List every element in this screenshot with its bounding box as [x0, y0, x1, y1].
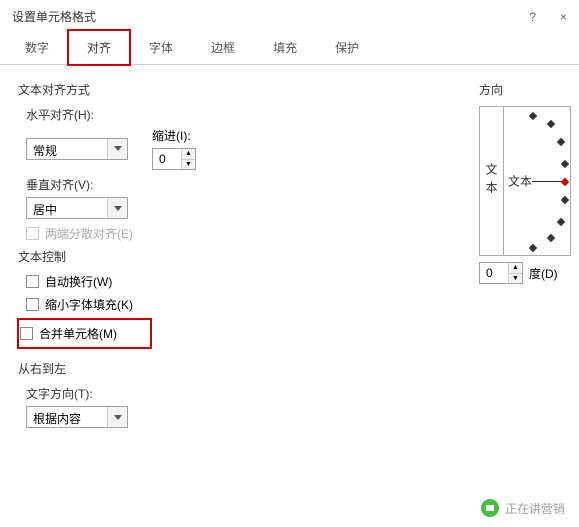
- text-control-section: 文本控制: [18, 248, 471, 265]
- orientation-dial[interactable]: 文本: [504, 107, 570, 255]
- chevron-down-icon: [107, 198, 127, 218]
- dialog-title: 设置单元格格式: [12, 8, 96, 25]
- orientation-section: 方向: [479, 81, 571, 98]
- spinner-up-icon[interactable]: ▲: [509, 263, 522, 274]
- indent-spinner[interactable]: 0 ▲▼: [152, 148, 196, 170]
- indent-label: 缩进(I):: [152, 127, 196, 144]
- indent-value: 0: [153, 149, 181, 169]
- degree-value: 0: [480, 263, 508, 283]
- rtl-section: 从右到左: [18, 360, 471, 377]
- h-align-label: 水平对齐(H):: [26, 106, 471, 123]
- tab-font[interactable]: 字体: [130, 30, 192, 65]
- tab-protect[interactable]: 保护: [316, 30, 378, 65]
- v-align-combo[interactable]: 居中: [26, 197, 128, 219]
- v-align-value: 居中: [27, 198, 107, 218]
- shrink-checkbox[interactable]: 缩小字体填充(K): [26, 296, 471, 313]
- spinner-up-icon[interactable]: ▲: [182, 149, 195, 160]
- dir-value: 根据内容: [27, 407, 107, 427]
- spinner-down-icon[interactable]: ▼: [182, 160, 195, 170]
- dir-combo[interactable]: 根据内容: [26, 406, 128, 428]
- chevron-down-icon: [107, 407, 127, 427]
- wrap-checkbox[interactable]: 自动换行(W): [26, 273, 471, 290]
- tab-border[interactable]: 边框: [192, 30, 254, 65]
- v-align-label: 垂直对齐(V):: [26, 176, 471, 193]
- watermark: 正在讲营销: [481, 499, 565, 517]
- tab-fill[interactable]: 填充: [254, 30, 316, 65]
- degree-unit: 度(D): [529, 265, 558, 282]
- chevron-down-icon: [107, 139, 127, 159]
- close-icon[interactable]: ×: [560, 10, 567, 24]
- dir-label: 文字方向(T):: [26, 385, 471, 402]
- tab-number[interactable]: 数字: [6, 30, 68, 65]
- justify-checkbox: 两端分散对齐(E): [26, 225, 471, 242]
- merge-checkbox[interactable]: 合并单元格(M): [20, 325, 117, 342]
- vertical-text-button[interactable]: 文本: [480, 107, 504, 255]
- h-align-value: 常规: [27, 139, 107, 159]
- title-bar: 设置单元格格式 ? ×: [0, 0, 579, 29]
- spinner-down-icon[interactable]: ▼: [509, 274, 522, 284]
- tab-alignment[interactable]: 对齐: [68, 30, 130, 65]
- tab-strip: 数字 对齐 字体 边框 填充 保护: [0, 29, 579, 65]
- text-align-section: 文本对齐方式: [18, 81, 471, 98]
- orientation-control[interactable]: 文本 文本: [479, 106, 571, 256]
- help-icon[interactable]: ?: [529, 10, 536, 24]
- degree-spinner[interactable]: 0 ▲▼: [479, 262, 523, 284]
- wechat-icon: [481, 499, 499, 517]
- h-align-combo[interactable]: 常规: [26, 138, 128, 160]
